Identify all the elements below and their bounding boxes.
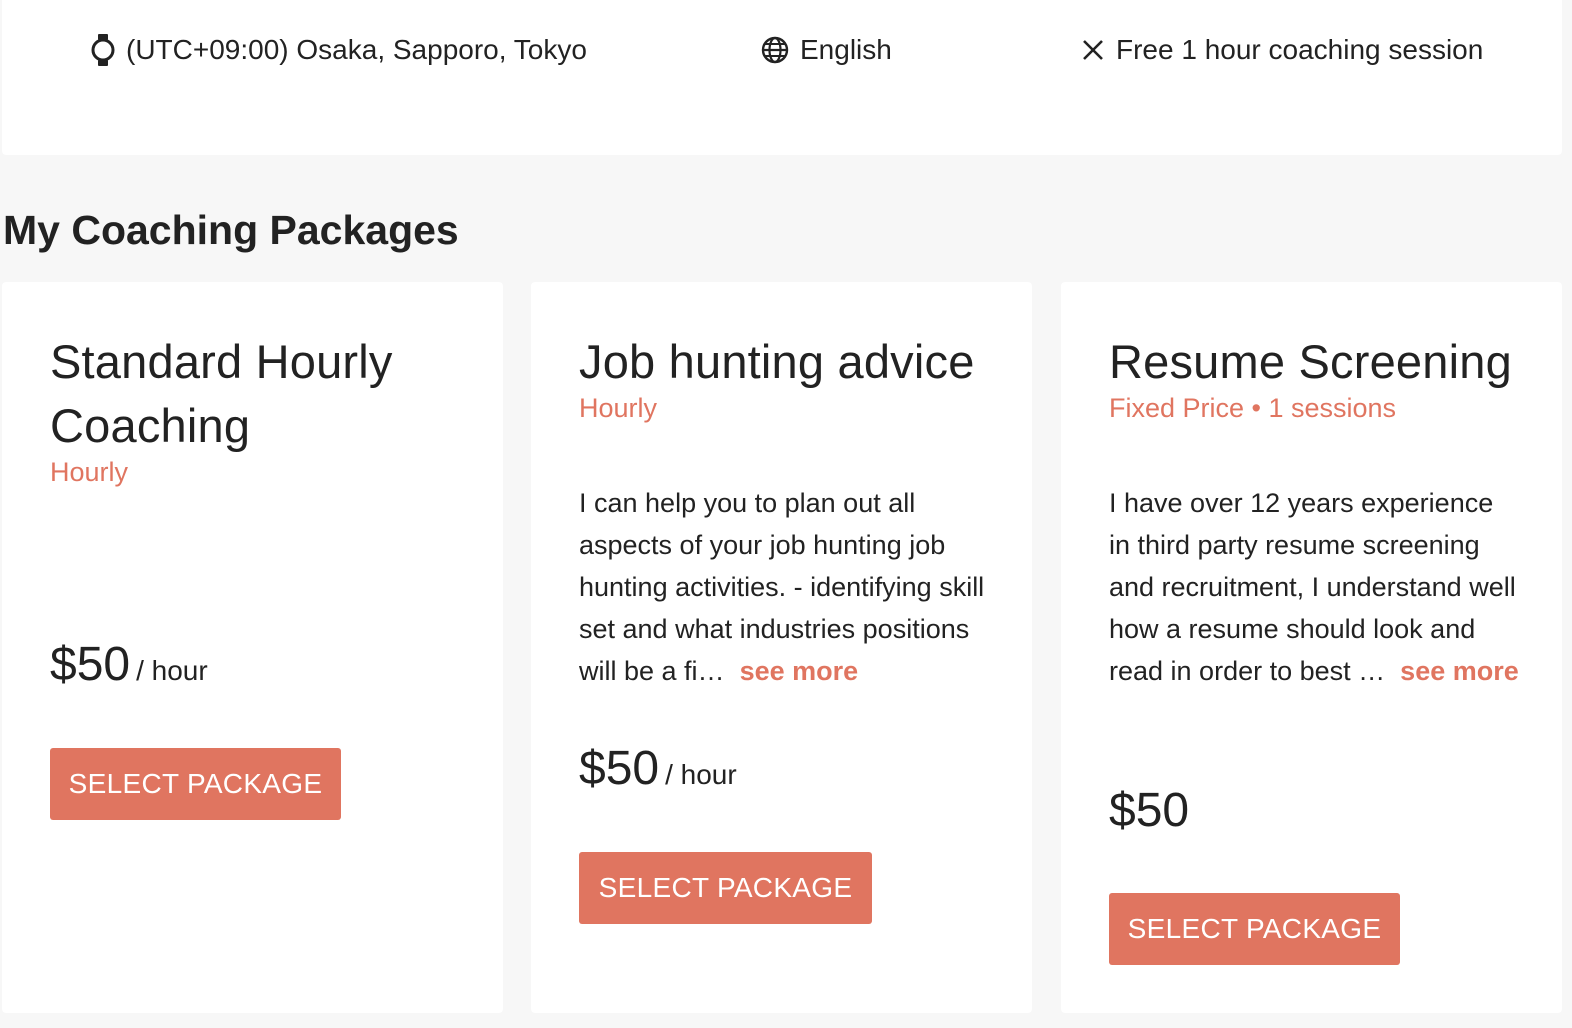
package-price: $50/ hour xyxy=(50,637,208,692)
select-package-button[interactable]: SELECT PACKAGE xyxy=(579,852,872,924)
package-type: Fixed Price • 1 sessions xyxy=(1109,393,1397,423)
price-amount: $50 xyxy=(50,638,131,691)
package-price: $50/ hour xyxy=(579,741,737,796)
package-description: I can help you to plan out all aspects o… xyxy=(579,482,989,692)
package-card: Job hunting advice Hourly I can help you… xyxy=(531,282,1032,1013)
timezone-text: (UTC+09:00) Osaka, Sapporo, Tokyo xyxy=(126,34,587,65)
free-session-info: Free 1 hour coaching session xyxy=(1080,30,1483,70)
coach-info-card: (UTC+09:00) Osaka, Sapporo, Tokyo Englis… xyxy=(2,0,1562,155)
select-package-button[interactable]: SELECT PACKAGE xyxy=(50,748,341,820)
package-title: Job hunting advice xyxy=(579,335,975,388)
watch-icon xyxy=(90,33,116,67)
price-unit: / hour xyxy=(665,759,737,790)
see-more-link[interactable]: see more xyxy=(1400,656,1519,686)
price-unit: / hour xyxy=(136,655,208,686)
language-text: English xyxy=(800,34,892,65)
price-amount: $50 xyxy=(579,742,660,795)
see-more-link[interactable]: see more xyxy=(740,656,859,686)
price-amount: $50 xyxy=(1109,784,1190,837)
package-card: Standard Hourly Coaching Hourly $50/ hou… xyxy=(2,282,503,1013)
package-type: Hourly xyxy=(50,457,129,487)
package-content: Resume Screening Fixed Price • 1 session… xyxy=(1109,330,1519,692)
section-title: My Coaching Packages xyxy=(3,207,459,253)
package-description: I have over 12 years experience in third… xyxy=(1109,482,1519,692)
package-card: Resume Screening Fixed Price • 1 session… xyxy=(1061,282,1562,1013)
close-icon xyxy=(1080,37,1106,63)
select-package-button[interactable]: SELECT PACKAGE xyxy=(1109,893,1400,965)
package-title: Resume Screening xyxy=(1109,335,1512,388)
package-type: Hourly xyxy=(579,393,658,423)
free-session-text: Free 1 hour coaching session xyxy=(1116,34,1484,65)
timezone-info: (UTC+09:00) Osaka, Sapporo, Tokyo xyxy=(90,30,587,70)
package-title: Standard Hourly Coaching xyxy=(50,335,393,452)
package-price: $50 xyxy=(1109,783,1189,838)
globe-icon xyxy=(760,35,790,65)
package-content: Standard Hourly Coaching Hourly xyxy=(50,330,460,490)
package-content: Job hunting advice Hourly I can help you… xyxy=(579,330,989,692)
language-info: English xyxy=(760,30,892,70)
